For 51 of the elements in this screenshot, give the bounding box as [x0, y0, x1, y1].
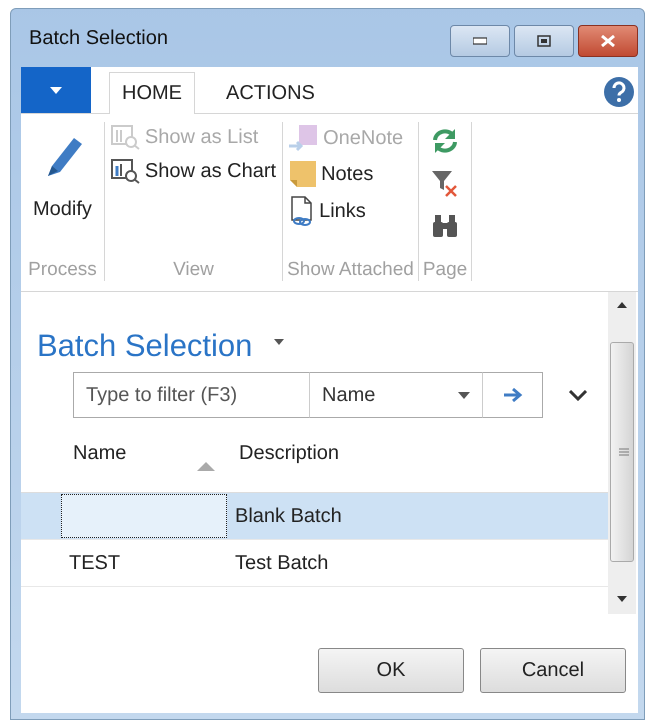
window-title: Batch Selection: [28, 26, 168, 50]
ribbon-button[interactable]: Modify: [25, 122, 100, 231]
scrollbar-thumb[interactable]: [610, 342, 634, 562]
onenote-icon: [289, 124, 320, 152]
table-row[interactable]: Blank Batch: [21, 493, 608, 540]
table-cell-text: TEST: [68, 550, 122, 576]
caret-icon: [274, 339, 284, 345]
arrow-right-icon: [502, 387, 522, 403]
dialog-button[interactable]: OK: [318, 648, 464, 693]
column-header[interactable]: Name: [73, 442, 126, 465]
table-row[interactable]: TEST Test Batch: [21, 540, 608, 587]
binoculars-icon: [431, 214, 460, 238]
sort-ascending-icon: [197, 462, 215, 471]
close-button[interactable]: [578, 25, 638, 57]
expand-filter-button[interactable]: [567, 388, 589, 402]
filter-column-dropdown[interactable]: Name: [309, 372, 483, 418]
close-icon: [600, 35, 616, 47]
caret-icon: [50, 86, 62, 94]
help-button[interactable]: [604, 77, 634, 107]
ribbon-tab[interactable]: HOME: [109, 72, 195, 114]
group-label: Process: [27, 259, 98, 281]
dialog-button[interactable]: Cancel: [480, 648, 626, 693]
ribbon-button[interactable]: Notes: [287, 158, 414, 190]
group-label: Page: [422, 259, 468, 281]
apply-filter-button[interactable]: [483, 372, 543, 418]
scroll-up-icon: [617, 302, 627, 308]
list-view-icon: [110, 124, 141, 150]
scroll-down-icon: [617, 596, 627, 602]
filter-field[interactable]: Type to filter (F3): [73, 372, 309, 418]
table-cell-text: Test Batch: [234, 550, 328, 576]
grip-icon: [619, 448, 629, 456]
restore-icon: [537, 35, 551, 47]
minimize-button[interactable]: [450, 25, 510, 57]
chart-view-icon: [110, 158, 141, 184]
page-menu-button[interactable]: [272, 337, 286, 347]
column-header[interactable]: Description: [239, 442, 340, 465]
minimize-icon: [473, 37, 487, 45]
help-icon: [604, 77, 634, 107]
refresh-icon: [431, 128, 460, 154]
ribbon-button[interactable]: Links: [287, 194, 414, 228]
chevron-down-icon: [569, 390, 587, 400]
scrollbar[interactable]: [608, 292, 636, 614]
restore-button[interactable]: [514, 25, 574, 57]
group-label: View: [172, 259, 215, 281]
ribbon-button[interactable]: Show as Chart: [108, 156, 278, 186]
page-title: Batch Selection: [37, 328, 252, 364]
group-label: Show Attached: [287, 259, 414, 281]
clear-filter-icon: [431, 170, 460, 198]
table-cell-text: Blank Batch: [234, 504, 342, 528]
note-icon: [289, 160, 318, 188]
caret-icon: [458, 392, 470, 398]
